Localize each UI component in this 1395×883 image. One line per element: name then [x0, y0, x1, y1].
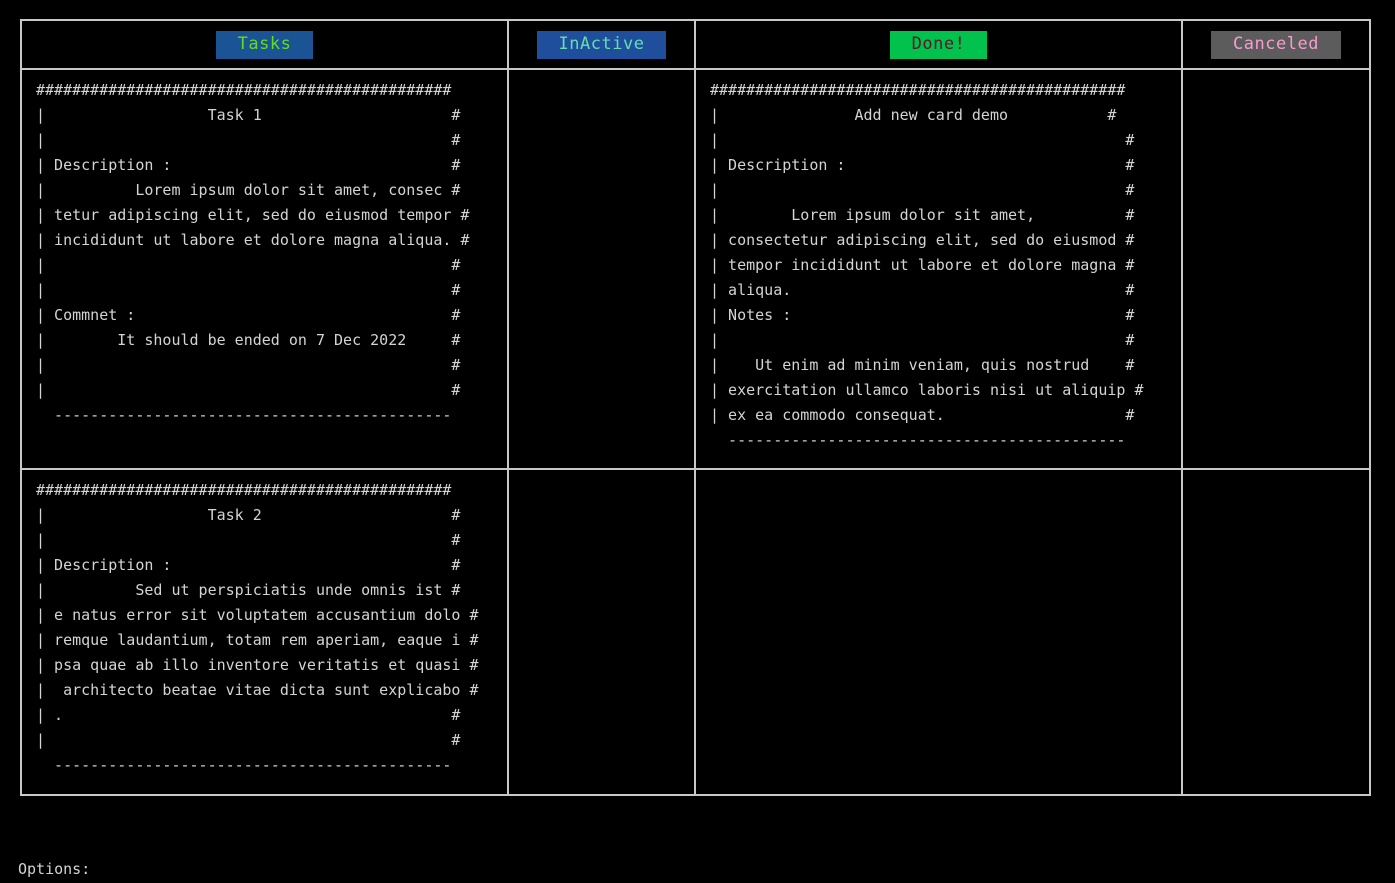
column-badge-done: Done!: [889, 30, 988, 59]
cell-inactive-2[interactable]: [507, 468, 696, 796]
cell-done-1[interactable]: ########################################…: [694, 68, 1183, 470]
card-task-2[interactable]: ########################################…: [22, 470, 507, 778]
cell-tasks-1[interactable]: ########################################…: [20, 68, 509, 470]
cell-tasks-2[interactable]: ########################################…: [20, 468, 509, 796]
card-task-1[interactable]: ########################################…: [22, 70, 507, 428]
card-add-new-card-demo[interactable]: ########################################…: [696, 70, 1181, 453]
board-header-row: Tasks InActive Done! Canceled: [20, 19, 1371, 70]
terminal-screen: Tasks InActive Done! Canceled ##########…: [0, 0, 1395, 883]
board-row-1: ########################################…: [20, 68, 1371, 470]
kanban-board: Tasks InActive Done! Canceled ##########…: [20, 19, 1371, 796]
cell-canceled-1[interactable]: [1181, 68, 1371, 470]
column-header-canceled[interactable]: Canceled: [1181, 19, 1371, 70]
column-badge-canceled: Canceled: [1211, 30, 1341, 59]
board-row-2: ########################################…: [20, 468, 1371, 796]
card-canceled-2: [1183, 470, 1369, 478]
cell-done-2[interactable]: [694, 468, 1183, 796]
column-header-inactive[interactable]: InActive: [507, 19, 696, 70]
card-inactive-2: [509, 470, 694, 478]
column-header-done[interactable]: Done!: [694, 19, 1183, 70]
cell-canceled-2[interactable]: [1181, 468, 1371, 796]
column-badge-inactive: InActive: [536, 30, 667, 59]
options-label: Options:: [18, 860, 91, 878]
card-done-2: [696, 470, 1181, 478]
column-header-tasks[interactable]: Tasks: [20, 19, 509, 70]
options-footer: Options: 1 => Add a Card 2 => Move a Car…: [18, 807, 912, 883]
column-badge-tasks: Tasks: [215, 30, 314, 59]
card-canceled-1: [1183, 70, 1369, 78]
cell-inactive-1[interactable]: [507, 68, 696, 470]
card-inactive-1: [509, 70, 694, 78]
